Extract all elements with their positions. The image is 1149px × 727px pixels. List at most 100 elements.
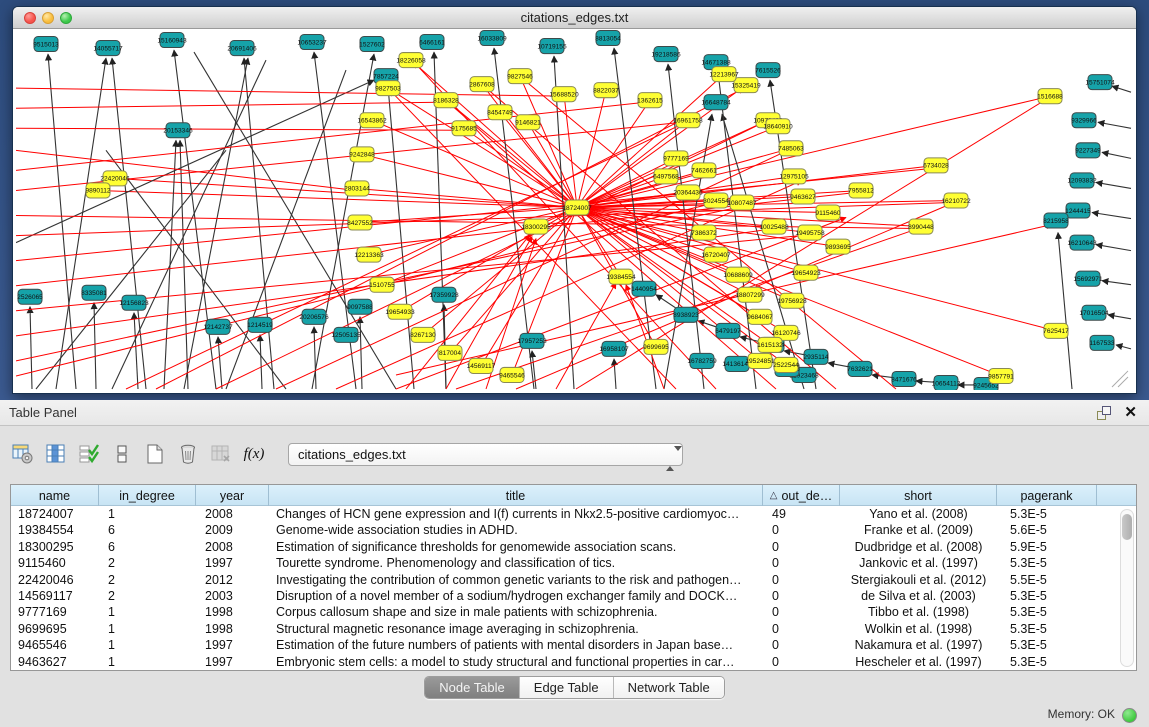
- graph-node[interactable]: 20691406: [227, 41, 257, 56]
- graph-node[interactable]: 9097588: [347, 299, 373, 314]
- table-mode-icon[interactable]: [10, 441, 36, 467]
- graph-node[interactable]: 2526065: [17, 289, 43, 304]
- graph-node[interactable]: 12213967: [709, 67, 739, 82]
- window-titlebar[interactable]: citations_edges.txt: [13, 7, 1136, 29]
- graph-node[interactable]: 9699695: [643, 339, 669, 354]
- graph-node[interactable]: 9463627: [790, 189, 816, 204]
- column-header-name[interactable]: name: [11, 485, 99, 506]
- show-column-icon[interactable]: [43, 441, 69, 467]
- graph-node[interactable]: 6734028: [923, 158, 949, 173]
- graph-node[interactable]: 16210643: [1067, 235, 1097, 250]
- graph-node[interactable]: 15751074: [1085, 75, 1115, 90]
- graph-node[interactable]: 19495758: [795, 225, 825, 240]
- table-row[interactable]: 1872400712008Changes of HCN gene express…: [11, 506, 1136, 522]
- graph-node[interactable]: 1362615: [637, 93, 663, 108]
- graph-edge[interactable]: [1116, 345, 1131, 349]
- table-row[interactable]: 1830029562008Estimation of significance …: [11, 539, 1136, 555]
- graph-node[interactable]: 8471676: [891, 371, 917, 386]
- graph-node[interactable]: 1516688: [1037, 89, 1063, 104]
- graph-node[interactable]: 10654112: [932, 375, 961, 390]
- graph-node[interactable]: 7955812: [848, 183, 874, 198]
- graph-node[interactable]: 8427552: [347, 215, 373, 230]
- graph-node[interactable]: 817004: [438, 345, 462, 360]
- graph-node[interactable]: 1167533: [1089, 335, 1114, 350]
- graph-node[interactable]: 9890112: [85, 183, 110, 198]
- graph-node[interactable]: 15160943: [157, 33, 187, 48]
- graph-node[interactable]: 9827546: [507, 69, 533, 84]
- graph-node[interactable]: 1214519: [247, 317, 273, 332]
- graph-node[interactable]: 7485063: [778, 141, 804, 156]
- clear-selection-icon[interactable]: [109, 441, 135, 467]
- graph-node[interactable]: 8267130: [410, 327, 436, 342]
- column-header-out-degree[interactable]: △out_de…: [763, 485, 840, 506]
- graph-node[interactable]: 18300295: [521, 219, 551, 234]
- graph-node[interactable]: 16033809: [477, 31, 507, 46]
- graph-node[interactable]: 12505135: [331, 327, 361, 342]
- table-row[interactable]: 946362711997Embryonic stem cells: a mode…: [11, 654, 1136, 670]
- graph-node[interactable]: 7462661: [691, 163, 717, 178]
- graph-edge[interactable]: [260, 335, 262, 389]
- graph-node[interactable]: 10688609: [723, 267, 753, 282]
- graph-node[interactable]: 16961758: [673, 113, 703, 128]
- graph-node[interactable]: 19654923: [791, 265, 821, 280]
- graph-node[interactable]: 9242848: [349, 147, 375, 162]
- graph-node[interactable]: 20364436: [673, 185, 703, 200]
- column-header-pagerank[interactable]: pagerank: [997, 485, 1097, 506]
- graph-node[interactable]: 16720407: [701, 247, 731, 262]
- graph-node[interactable]: 12213363: [354, 247, 384, 262]
- column-header-title[interactable]: title: [269, 485, 763, 506]
- tab-node-table[interactable]: Node Table: [425, 677, 520, 698]
- graph-node[interactable]: 1510755: [369, 277, 395, 292]
- tab-edge-table[interactable]: Edge Table: [520, 677, 614, 698]
- close-panel-icon[interactable]: ✕: [1124, 403, 1137, 421]
- table-scrollbar[interactable]: [1120, 509, 1134, 667]
- graph-edge[interactable]: [1096, 245, 1131, 251]
- graph-node[interactable]: 18724007: [562, 200, 592, 215]
- graph-node[interactable]: 8454749: [487, 105, 513, 120]
- table-row[interactable]: 969969511998Structural magnetic resonanc…: [11, 621, 1136, 637]
- graph-node[interactable]: 1244415: [1065, 203, 1091, 218]
- graph-node[interactable]: 15692971: [1073, 271, 1103, 286]
- graph-node[interactable]: 20153346: [163, 123, 193, 138]
- graph-node[interactable]: 12142737: [203, 319, 233, 334]
- graph-node[interactable]: 6497568: [653, 169, 679, 184]
- graph-node[interactable]: 10025488: [759, 219, 789, 234]
- graph-node[interactable]: 1615132: [757, 337, 783, 352]
- graph-edge[interactable]: [1112, 86, 1131, 92]
- table-row[interactable]: 977716911998Corpus callosum shape and si…: [11, 604, 1136, 620]
- graph-edge[interactable]: [30, 307, 32, 389]
- graph-edge[interactable]: [1108, 315, 1131, 319]
- graph-node[interactable]: 16958107: [599, 341, 629, 356]
- graph-node[interactable]: 9893695: [825, 239, 851, 254]
- graph-node[interactable]: 9175685: [451, 121, 477, 136]
- graph-edge[interactable]: [16, 102, 440, 108]
- graph-node[interactable]: 7615526: [755, 63, 781, 78]
- graph-node[interactable]: 18640910: [763, 119, 793, 134]
- graph-node[interactable]: 12156823: [119, 295, 149, 310]
- graph-node[interactable]: 17359928: [429, 287, 459, 302]
- graph-node[interactable]: 9227349: [1075, 143, 1101, 158]
- graph-node[interactable]: 16543862: [357, 113, 387, 128]
- graph-node[interactable]: 17957253: [517, 333, 547, 348]
- graph-node[interactable]: 2803144: [344, 181, 370, 196]
- graph-node[interactable]: 14055717: [93, 41, 123, 56]
- graph-node[interactable]: 18807299: [735, 287, 765, 302]
- graph-node[interactable]: 2935114: [803, 349, 828, 364]
- graph-edge[interactable]: [1118, 377, 1128, 387]
- graph-node[interactable]: 9329966: [1071, 113, 1097, 128]
- graph-node[interactable]: 10653237: [297, 35, 327, 50]
- graph-node[interactable]: 8990448: [908, 219, 934, 234]
- graph-edge[interactable]: [134, 313, 138, 389]
- graph-node[interactable]: 6466161: [419, 35, 445, 50]
- graph-node[interactable]: 8938923: [673, 307, 699, 322]
- table-row[interactable]: 1938455462009Genome-wide association stu…: [11, 522, 1136, 538]
- table-row[interactable]: 2242004622012Investigating the contribut…: [11, 572, 1136, 588]
- graph-node[interactable]: 19384554: [606, 269, 636, 284]
- graph-node[interactable]: 12975105: [779, 169, 809, 184]
- table-row[interactable]: 911546021997Tourette syndrome. Phenomeno…: [11, 555, 1136, 571]
- graph-node[interactable]: 19654933: [385, 304, 415, 319]
- graph-edge[interactable]: [614, 359, 616, 389]
- graph-node[interactable]: 19218586: [651, 47, 681, 62]
- graph-node[interactable]: 10807487: [727, 195, 757, 210]
- graph-node[interactable]: 10719155: [537, 39, 567, 54]
